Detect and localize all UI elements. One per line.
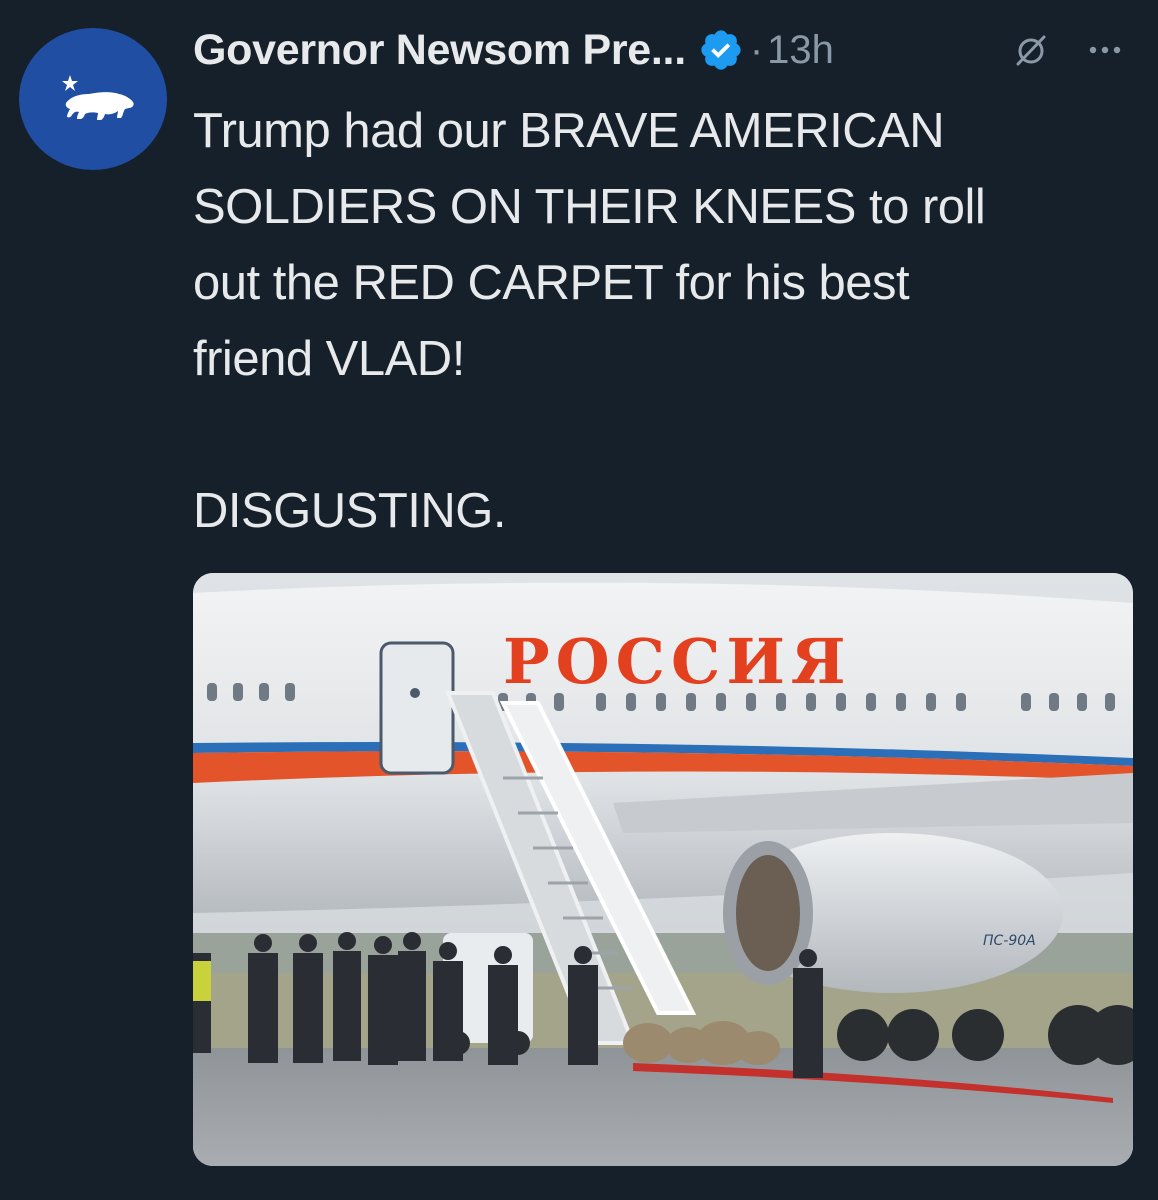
header-separator: · [749, 27, 764, 72]
tweet-media-photo[interactable]: РОССИЯ ПС-90А [193, 573, 1133, 1166]
tweet-text-line: Trump had our BRAVE AMERICAN [193, 104, 945, 158]
timestamp[interactable]: 13h [767, 28, 834, 73]
more-dots-icon[interactable] [1085, 42, 1125, 63]
author-name[interactable]: Governor Newsom Pre... [193, 26, 686, 75]
california-bear-star-icon [62, 75, 134, 120]
tweet-text-line: out the RED CARPET for his best [193, 256, 910, 310]
plane-lettering: РОССИЯ [503, 625, 852, 698]
verified-badge-icon [698, 27, 744, 73]
tweet-text-closing: DISGUSTING. [193, 484, 507, 538]
tweet-header: Governor Newsom Pre... · 13h [193, 22, 1143, 78]
tweet-text-line: friend VLAD! [193, 332, 465, 386]
grok-icon[interactable] [1013, 32, 1049, 73]
plane-photo: РОССИЯ ПС-90А [193, 573, 1133, 1166]
tweet-text-line: SOLDIERS ON THEIR KNEES to roll [193, 180, 986, 234]
avatar[interactable] [19, 28, 167, 170]
tweet-text: Trump had our BRAVE AMERICAN SOLDIERS ON… [193, 93, 1133, 549]
engine-marking: ПС-90А [983, 933, 1036, 949]
